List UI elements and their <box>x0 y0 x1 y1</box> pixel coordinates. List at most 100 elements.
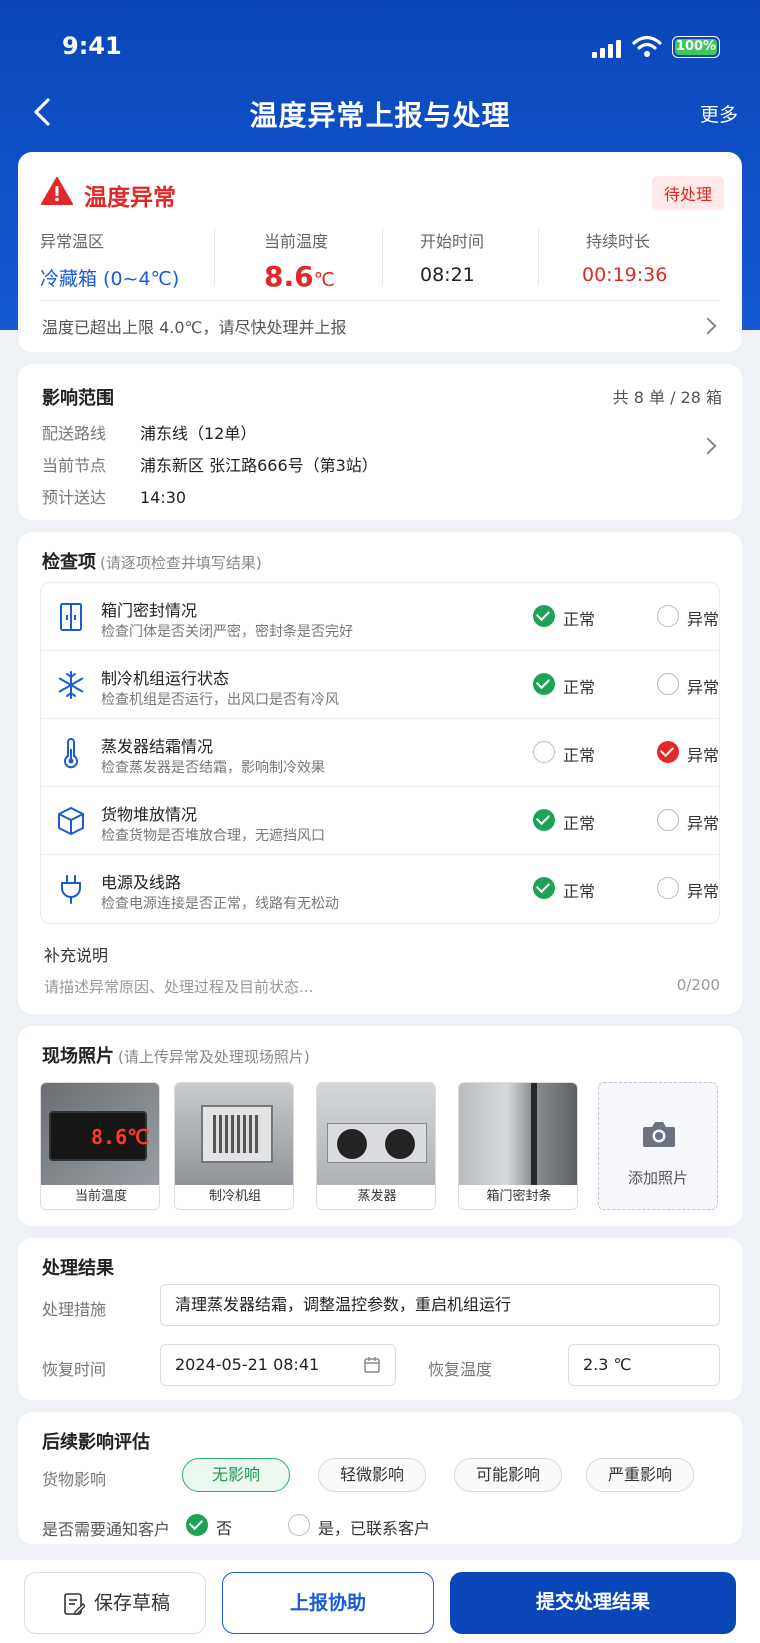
divider <box>40 300 720 301</box>
duration-value: 00:19:36 <box>582 264 668 286</box>
zone-value: 冷藏箱 (0~4℃) <box>40 268 180 290</box>
duration-label: 持续时长 <box>586 232 651 251</box>
status-bar: 9:41 100% <box>0 28 760 68</box>
photo-caption: 蒸发器 <box>317 1185 435 1209</box>
photos-title: 现场照片 (请上传异常及处理现场照片) <box>42 1042 310 1068</box>
photo-thumb[interactable]: 制冷机组 <box>174 1082 294 1210</box>
abnormal-label[interactable]: 异常 <box>687 674 719 698</box>
normal-label[interactable]: 正常 <box>563 878 595 902</box>
normal-radio[interactable] <box>533 741 555 763</box>
check-item-desc: 检查货物是否堆放合理，无遮挡风口 <box>101 828 325 844</box>
normal-label[interactable]: 正常 <box>563 810 595 834</box>
impact-option-none[interactable]: 无影响 <box>182 1458 290 1492</box>
fan-left <box>337 1129 367 1159</box>
note-input[interactable]: 请描述异常原因、处理过程及目前状态... <box>44 976 313 997</box>
measure-label: 处理措施 <box>42 1300 107 1319</box>
check-item: 货物堆放情况 检查货物是否堆放合理，无遮挡风口 正常 异常 <box>41 787 719 855</box>
battery-icon: 100% <box>672 36 720 58</box>
abnormal-label[interactable]: 异常 <box>687 742 719 766</box>
normal-label[interactable]: 正常 <box>563 674 595 698</box>
result-title: 处理结果 <box>42 1258 114 1279</box>
submit-button[interactable]: 提交处理结果 <box>450 1572 736 1634</box>
result-card: 处理结果 处理措施 清理蒸发器结霜，调整温控参数，重启机组运行 恢复时间 202… <box>18 1238 742 1400</box>
impact-card[interactable]: 影响范围 共 8 单 / 28 箱 配送路线 浦东线（12单） 当前节点 浦东新区 … <box>18 364 742 520</box>
report-help-button[interactable]: 上报协助 <box>222 1572 434 1634</box>
battery-level: 100% <box>675 39 717 55</box>
divider <box>382 228 383 286</box>
snowflake-icon <box>58 671 84 699</box>
fan-right <box>385 1129 415 1159</box>
abnormal-radio[interactable] <box>657 877 679 899</box>
notify-no-radio[interactable] <box>186 1514 208 1536</box>
measure-field[interactable]: 清理蒸发器结霜，调整温控参数，重启机组运行 <box>160 1284 720 1326</box>
check-item: 电源及线路 检查电源连接是否正常，线路有无松动 正常 异常 <box>41 855 719 923</box>
unit-panel <box>201 1105 273 1163</box>
check-item: 制冷机组运行状态 检查机组是否运行，出风口是否有冷风 正常 异常 <box>41 651 719 719</box>
photo-thumb[interactable]: 蒸发器 <box>316 1082 436 1210</box>
photo-thumb[interactable]: 箱门密封条 <box>458 1082 578 1210</box>
metric-zone: 异常温区 冷藏箱 (0~4℃) <box>40 228 179 291</box>
abnormal-radio[interactable] <box>657 809 679 831</box>
save-draft-button[interactable]: 保存草稿 <box>24 1572 206 1634</box>
notify-yes-radio[interactable] <box>288 1514 310 1536</box>
abnormal-radio[interactable] <box>657 741 679 763</box>
save-draft-label: 保存草稿 <box>93 1592 170 1614</box>
camera-icon <box>643 1122 675 1147</box>
check-title-text: 检查项 <box>42 552 96 573</box>
normal-radio[interactable] <box>533 605 555 627</box>
zone-label: 异常温区 <box>40 232 105 251</box>
fan-grille <box>213 1115 261 1153</box>
warning-icon <box>41 177 73 205</box>
abnormal-radio[interactable] <box>657 673 679 695</box>
check-list: 箱门密封情况 检查门体是否关闭严密，密封条是否完好 正常 异常 制冷机组运行状态… <box>40 582 720 924</box>
alert-title: 温度异常 <box>84 185 176 211</box>
impact-option-severe[interactable]: 严重影响 <box>586 1458 694 1492</box>
display-reading: 8.6℃ <box>91 1125 150 1149</box>
photo-image: 8.6℃ <box>41 1083 159 1187</box>
normal-radio[interactable] <box>533 673 555 695</box>
chevron-right-icon <box>699 437 717 455</box>
normal-label[interactable]: 正常 <box>563 742 595 766</box>
calendar-icon <box>364 1357 380 1373</box>
abnormal-label[interactable]: 异常 <box>687 810 719 834</box>
more-button[interactable]: 更多 <box>700 100 738 127</box>
check-title: 检查项 (请逐项检查并填写结果) <box>42 548 262 574</box>
impact-option-minor[interactable]: 轻微影响 <box>318 1458 426 1492</box>
node-value: 浦东新区 张江路666号（第3站） <box>140 456 378 475</box>
photo-thumb[interactable]: 8.6℃ 当前温度 <box>40 1082 160 1210</box>
draft-icon <box>64 1593 85 1615</box>
status-time: 9:41 <box>62 32 122 60</box>
abnormal-radio[interactable] <box>657 605 679 627</box>
notify-yes-label[interactable]: 是，已联系客户 <box>318 1515 430 1539</box>
recover-time-field[interactable]: 2024-05-21 08:41 <box>160 1344 396 1386</box>
normal-label[interactable]: 正常 <box>563 606 595 630</box>
abnormal-label[interactable]: 异常 <box>687 606 719 630</box>
metric-temp: 当前温度 8.6℃ <box>264 228 335 293</box>
add-photo-button[interactable]: 添加照片 <box>598 1082 718 1210</box>
metric-start: 开始时间 08:21 <box>420 228 484 286</box>
box-icon <box>58 807 84 835</box>
check-item-name: 货物堆放情况 <box>101 805 198 824</box>
route-row: 配送路线 浦东线（12单） <box>42 420 256 444</box>
eta-label: 预计送达 <box>42 488 107 507</box>
check-item-name: 制冷机组运行状态 <box>101 669 230 688</box>
page-title: 温度异常上报与处理 <box>249 99 511 132</box>
normal-radio[interactable] <box>533 809 555 831</box>
note-count: 0/200 <box>676 976 720 994</box>
signal-icon <box>592 38 624 58</box>
check-item-name: 电源及线路 <box>101 873 182 892</box>
add-photo-label: 添加照片 <box>627 1169 688 1187</box>
alert-card[interactable]: 温度异常 待处理 异常温区 冷藏箱 (0~4℃) 当前温度 8.6℃ 开始时间 … <box>18 152 742 352</box>
recover-temp-label: 恢复温度 <box>428 1360 493 1379</box>
abnormal-label[interactable]: 异常 <box>687 878 719 902</box>
recover-temp-field[interactable]: 2.3 ℃ <box>568 1344 720 1386</box>
note-title: 补充说明 <box>44 946 109 965</box>
evaluation-title: 后续影响评估 <box>42 1432 150 1453</box>
divider <box>214 228 215 286</box>
eta-row: 预计送达 14:30 <box>42 484 186 508</box>
normal-radio[interactable] <box>533 877 555 899</box>
notify-no-label[interactable]: 否 <box>216 1515 232 1539</box>
impact-option-possible[interactable]: 可能影响 <box>454 1458 562 1492</box>
display-panel: 8.6℃ <box>49 1111 150 1161</box>
node-row: 当前节点 浦东新区 张江路666号（第3站） <box>42 452 378 476</box>
